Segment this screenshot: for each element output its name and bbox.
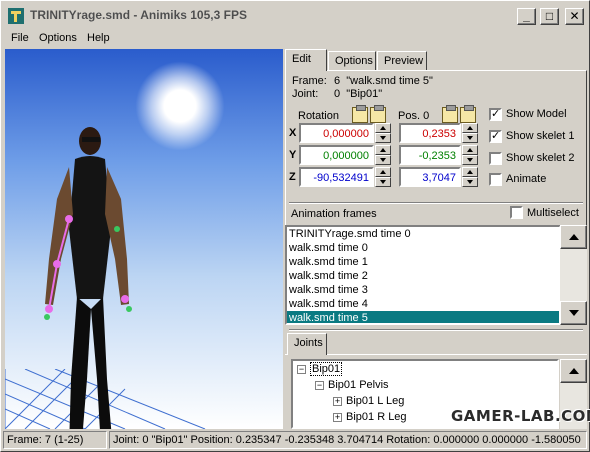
divider [289,329,583,331]
tree-item-bip01-l-leg[interactable]: + Bip01 L Leg [333,395,404,407]
animate-checkbox[interactable] [489,173,502,186]
close-button[interactable]: ✕ [565,8,584,25]
3d-viewport[interactable] [5,49,283,429]
list-item[interactable]: walk.smd time 0 [287,241,559,255]
tab-joints[interactable]: Joints [287,333,327,355]
status-bar: Frame: 7 (1-25) Joint: 0 "Bip01" Positio… [3,431,587,449]
arrow-down-icon [569,310,579,316]
list-item[interactable]: TRINITYrage.smd time 0 [287,227,559,241]
position-z-field[interactable]: 3,7047 [399,167,461,187]
frames-scrollbar[interactable] [560,225,587,325]
window-title: TRINITYrage.smd - Animiks 105,3 FPS [30,8,247,22]
maximize-button[interactable]: □ [540,8,559,25]
watermark: GAMER-LAB.COM [451,407,590,425]
list-item[interactable]: walk.smd time 3 [287,283,559,297]
side-panel: Edit Options Preview Frame: 6 "walk.smd … [285,49,587,429]
menu-file[interactable]: File [11,32,29,44]
scroll-down-button[interactable] [560,301,587,325]
tree-item-bip01-pelvis[interactable]: − Bip01 Pelvis [315,379,389,391]
animation-frames-list[interactable]: TRINITYrage.smd time 0 walk.smd time 0 w… [285,225,561,325]
show-model-checkbox[interactable]: ✓ [489,108,502,121]
joint-value: 0 "Bip01" [334,88,383,100]
position-x-spinner[interactable] [462,123,478,143]
animation-frames-label: Animation frames [291,208,377,220]
show-skelet-2-checkbox[interactable] [489,152,502,165]
list-item[interactable]: walk.smd time 1 [287,255,559,269]
main-window: TRINITYrage.smd - Animiks 105,3 FPS _ □ … [0,0,590,452]
rotation-y-spinner[interactable] [375,145,391,165]
rotation-y-field[interactable]: 0,000000 [299,145,374,165]
show-skelet-1-checkbox[interactable]: ✓ [489,130,502,143]
list-item[interactable]: walk.smd time 2 [287,269,559,283]
axis-z-label: Z [289,171,296,183]
show-skelet-2-label: Show skelet 2 [506,152,575,164]
list-item[interactable]: walk.smd time 4 [287,297,559,311]
tree-item-bip01-r-leg[interactable]: + Bip01 R Leg [333,411,407,423]
app-icon [8,8,24,24]
position-y-spinner[interactable] [462,145,478,165]
title-bar[interactable]: TRINITYrage.smd - Animiks 105,3 FPS _ □ … [3,3,587,27]
tree-item-bip01[interactable]: − Bip01 [297,362,343,376]
rotation-z-spinner[interactable] [375,167,391,187]
show-model-label: Show Model [506,108,567,120]
animate-label: Animate [506,173,547,185]
rotation-z-field[interactable]: -90,532491 [299,167,374,187]
paste-position-icon[interactable] [460,105,476,123]
tab-edit[interactable]: Edit [285,49,327,71]
position-y-field[interactable]: -0,2353 [399,145,461,165]
copy-rotation-icon[interactable] [352,105,368,123]
multiselect-label: Multiselect [527,207,579,219]
axis-y-label: Y [289,149,297,161]
position-z-spinner[interactable] [462,167,478,187]
frame-info: Frame: 6 "walk.smd time 5" [292,75,433,87]
rotation-x-field[interactable]: 0,000000 [299,123,374,143]
status-joint: Joint: 0 "Bip01" Position: 0.235347 -0.2… [109,431,587,449]
character-model [44,127,132,429]
menu-help[interactable]: Help [87,32,110,44]
copy-position-icon[interactable] [442,105,458,123]
rotation-x-spinner[interactable] [375,123,391,143]
tab-preview[interactable]: Preview [377,51,427,71]
scroll-up-button[interactable] [560,225,587,249]
multiselect-checkbox[interactable] [510,206,523,219]
rotation-label: Rotation [298,110,339,122]
arrow-up-icon [569,234,579,240]
frame-label: Frame: [292,75,327,87]
joints-scroll-up-button[interactable] [560,359,587,383]
menu-bar: File Options Help [3,29,587,48]
minimize-button[interactable]: _ [517,8,536,25]
arrow-up-icon [569,368,579,374]
axis-x-label: X [289,127,297,139]
show-skelet-1-label: Show skelet 1 [506,130,575,142]
position-x-field[interactable]: 0,2353 [399,123,461,143]
paste-rotation-icon[interactable] [370,105,386,123]
joint-label: Joint: [292,88,319,100]
position-label: Pos. 0 [398,110,430,122]
joint-info: Joint: 0 "Bip01" [292,88,382,100]
menu-options[interactable]: Options [39,32,77,44]
frame-value: 6 "walk.smd time 5" [334,75,433,87]
tab-options[interactable]: Options [328,51,376,71]
sky-light [135,61,225,151]
status-frame: Frame: 7 (1-25) [3,431,107,449]
list-item-selected[interactable]: walk.smd time 5 [287,311,559,323]
